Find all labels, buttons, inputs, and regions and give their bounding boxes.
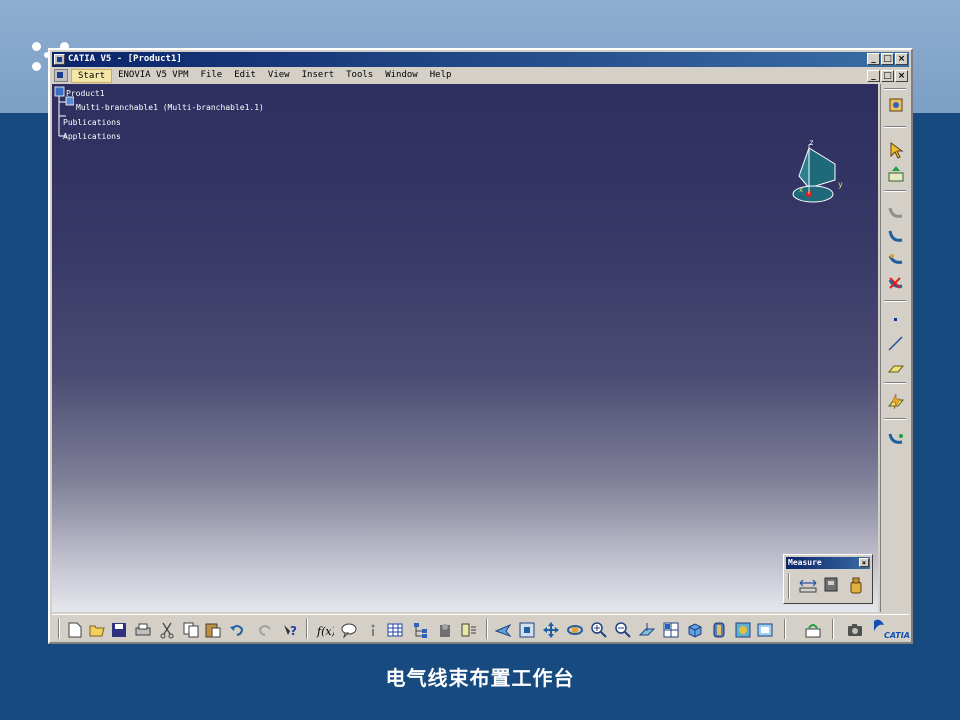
knowledge-icon[interactable] (460, 621, 478, 639)
3d-viewport[interactable]: Product1 Multi-branchable1 (Multi-branch… (52, 84, 878, 612)
measure-inertia-icon[interactable] (846, 575, 866, 595)
tree-node-multi-branchable[interactable]: Multi-branchable1 (Multi-branchable1.1) (76, 103, 264, 112)
toolbar-separator (788, 573, 790, 599)
pan-icon[interactable] (542, 621, 560, 639)
menu-edit[interactable]: Edit (228, 68, 262, 83)
export-icon[interactable] (886, 164, 906, 184)
info-icon[interactable] (364, 621, 382, 639)
measure-between-icon[interactable] (798, 575, 818, 595)
measure-close-button[interactable]: × (859, 558, 869, 567)
tree-icon[interactable] (412, 621, 430, 639)
route-icon[interactable] (886, 250, 906, 270)
menu-tools[interactable]: Tools (340, 68, 379, 83)
save-icon[interactable] (110, 621, 128, 639)
multi-view-icon[interactable] (662, 621, 680, 639)
compass-icon[interactable]: z y x (787, 136, 847, 216)
close-button[interactable]: × (895, 53, 908, 65)
right-toolbar (880, 84, 910, 612)
delete-branch-icon[interactable] (886, 274, 906, 294)
minimize-button[interactable]: _ (867, 53, 880, 65)
plane-icon[interactable] (886, 358, 906, 378)
tree-node-product1[interactable]: Product1 (66, 89, 105, 98)
new-icon[interactable] (66, 621, 84, 639)
compass-z-label: z (809, 138, 814, 147)
document-icon[interactable] (54, 69, 68, 82)
doc-minimize-button[interactable]: _ (867, 70, 880, 82)
menu-file[interactable]: File (195, 68, 229, 83)
window-title: CATIA V5 - [Product1] (68, 54, 182, 64)
shading-icon[interactable] (710, 621, 728, 639)
catia-app-icon[interactable] (54, 54, 65, 65)
measure-title-label: Measure (788, 558, 822, 567)
svg-text:?: ? (290, 624, 297, 638)
doc-restore-button[interactable]: □ (881, 70, 894, 82)
comment-icon[interactable] (340, 621, 358, 639)
measure-title: Measure × (786, 557, 870, 569)
formula-icon[interactable]: f(x) (316, 621, 334, 639)
toolbar-separator (884, 382, 906, 384)
swap-icon[interactable] (756, 621, 774, 639)
doc-close-button[interactable]: × (895, 70, 908, 82)
open-icon[interactable] (88, 621, 106, 639)
toolbar-separator (884, 88, 906, 90)
product-icon[interactable] (886, 96, 906, 116)
hide-show-icon[interactable] (734, 621, 752, 639)
svg-text:f(x): f(x) (316, 625, 334, 638)
update-icon[interactable] (804, 621, 822, 639)
print-icon[interactable] (134, 621, 152, 639)
zoom-out-icon[interactable] (614, 621, 632, 639)
compass-y-label: y (838, 180, 843, 189)
menu-insert[interactable]: Insert (296, 68, 341, 83)
compass-x-label: x (799, 186, 803, 194)
normal-view-icon[interactable] (638, 621, 656, 639)
select-arrow-icon[interactable] (886, 140, 906, 160)
catia-logo: CATIA (874, 619, 910, 640)
toolbar-separator (306, 619, 308, 639)
measure-toolbar: Measure × (783, 554, 873, 604)
flash-icon[interactable] (886, 392, 906, 412)
fit-all-icon[interactable] (518, 621, 536, 639)
cut-icon[interactable] (158, 621, 176, 639)
menu-help[interactable]: Help (424, 68, 458, 83)
bundle-icon[interactable] (886, 428, 906, 448)
menu-bar: Start ENOVIA V5 VPM File Edit View Inser… (52, 68, 909, 83)
fly-icon[interactable] (494, 621, 512, 639)
toolbar-separator (884, 300, 906, 302)
toolbar-separator (884, 126, 906, 128)
measure-item-icon[interactable] (822, 575, 842, 595)
harness-icon[interactable] (886, 202, 906, 222)
tree-node-publications[interactable]: Publications (63, 118, 121, 127)
slide-caption: 电气线束布置工作台 (385, 666, 575, 690)
tree-node-applications[interactable]: Applications (63, 132, 121, 141)
help-icon[interactable]: ? (282, 621, 300, 639)
undo-icon[interactable] (228, 621, 246, 639)
toolbar-separator (884, 190, 906, 192)
redo-icon[interactable] (256, 621, 274, 639)
toolbar-separator (832, 619, 834, 639)
menu-start[interactable]: Start (71, 69, 113, 83)
menu-enovia[interactable]: ENOVIA V5 VPM (112, 68, 194, 83)
paste-icon[interactable] (204, 621, 222, 639)
iso-view-icon[interactable] (686, 621, 704, 639)
catalog-icon[interactable] (436, 621, 454, 639)
zoom-in-icon[interactable] (590, 621, 608, 639)
toolbar-separator (486, 619, 488, 639)
point-icon[interactable] (886, 310, 906, 330)
toolbar-separator (784, 619, 786, 639)
copy-icon[interactable] (182, 621, 200, 639)
branch-icon[interactable] (886, 226, 906, 246)
rotate-icon[interactable] (566, 621, 584, 639)
table-icon[interactable] (386, 621, 404, 639)
toolbar-separator (884, 418, 906, 420)
menu-window[interactable]: Window (379, 68, 424, 83)
standard-toolbar: ? f(x) CATIA (52, 614, 910, 642)
maximize-button[interactable]: □ (881, 53, 894, 65)
capture-icon[interactable] (846, 621, 864, 639)
svg-text:CATIA: CATIA (884, 631, 910, 640)
line-icon[interactable] (886, 334, 906, 354)
menu-view[interactable]: View (262, 68, 296, 83)
toolbar-separator (58, 619, 60, 639)
title-bar: CATIA V5 - [Product1] _ □ × (52, 52, 909, 67)
